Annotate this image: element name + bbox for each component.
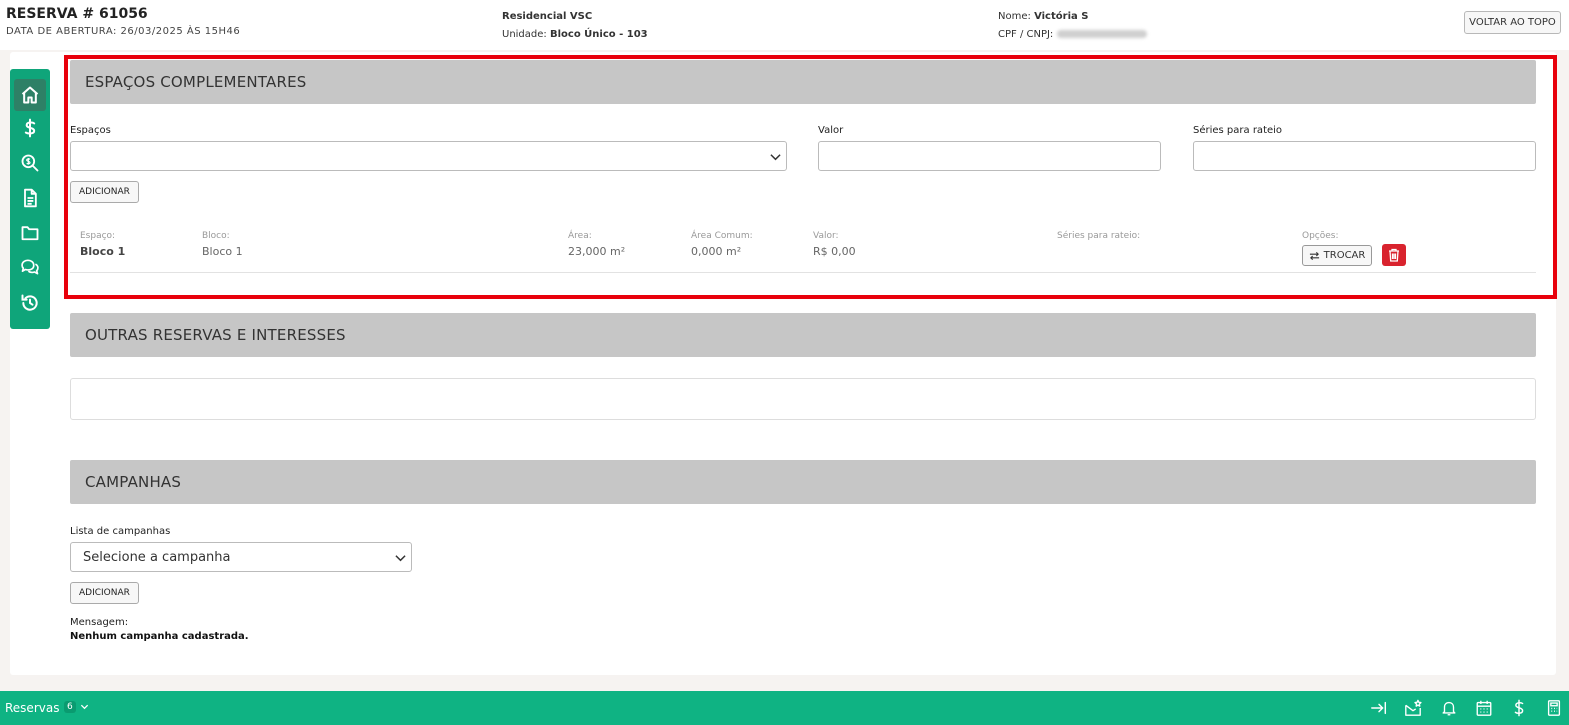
calculator-icon[interactable]	[1545, 699, 1563, 717]
project-info: Residencial VSC Unidade: Bloco Único - 1…	[502, 8, 648, 44]
back-to-top-button[interactable]: VOLTAR AO TOPO	[1464, 11, 1561, 34]
search-money-icon	[21, 154, 39, 172]
folder-icon	[21, 226, 39, 241]
home-icon	[21, 86, 39, 104]
cpf-blurred-value	[1057, 30, 1148, 38]
campanha-select[interactable]: Selecione a campanha	[70, 542, 412, 572]
opening-date: DATA DE ABERTURA: 26/03/2025 ÀS 15H46	[6, 26, 241, 37]
mail-star-icon[interactable]	[1404, 699, 1422, 717]
campanhas-section-title: CAMPANHAS	[85, 473, 182, 491]
chevron-down-icon	[395, 555, 406, 562]
nav-history[interactable]	[14, 287, 46, 319]
dollar-icon	[24, 118, 36, 138]
nav-documents[interactable]	[14, 182, 46, 214]
chevron-down-icon[interactable]	[80, 703, 89, 711]
page-title: RESERVA # 61056	[6, 6, 148, 22]
nav-analysis[interactable]	[14, 147, 46, 179]
outras-section-title: OUTRAS RESERVAS E INTERESSES	[85, 326, 346, 344]
reservas-count-badge: 6	[64, 701, 76, 713]
collapse-right-icon[interactable]	[1370, 699, 1388, 717]
nav-files[interactable]	[14, 217, 46, 249]
campanhas-list-label: Lista de campanhas	[70, 526, 171, 537]
name-value: Victória S	[1034, 11, 1089, 22]
add-campanha-button[interactable]: ADICIONAR	[70, 582, 139, 604]
reservas-tab[interactable]: Reservas	[5, 701, 59, 715]
highlight-box	[64, 55, 1557, 299]
outras-section-header: OUTRAS RESERVAS E INTERESSES	[70, 313, 1536, 357]
side-nav	[10, 69, 50, 329]
bell-icon[interactable]	[1440, 699, 1458, 717]
nav-messages[interactable]	[14, 251, 46, 283]
name-label: Nome:	[998, 11, 1031, 22]
nav-home[interactable]	[14, 79, 46, 111]
dollar-icon[interactable]	[1510, 699, 1528, 717]
chat-icon	[21, 259, 39, 275]
cpf-label: CPF / CNPJ:	[998, 29, 1054, 40]
client-info: Nome: Victória S CPF / CNPJ:	[998, 8, 1148, 44]
history-icon	[21, 294, 38, 311]
calendar-icon[interactable]	[1475, 699, 1493, 717]
nav-financial[interactable]	[14, 112, 46, 144]
campanha-select-value: Selecione a campanha	[83, 550, 231, 565]
project-name: Residencial VSC	[502, 11, 593, 22]
campanhas-section-header: CAMPANHAS	[70, 460, 1536, 504]
unit-label: Unidade:	[502, 29, 547, 40]
outras-content-box	[70, 378, 1536, 420]
unit-value: Bloco Único - 103	[549, 29, 648, 40]
page-header: RESERVA # 61056 DATA DE ABERTURA: 26/03/…	[0, 0, 1569, 50]
document-icon	[24, 188, 37, 208]
bottom-bar: Reservas 6	[0, 691, 1569, 725]
message-value: Nenhum campanha cadastrada.	[70, 631, 249, 642]
message-label: Mensagem:	[70, 617, 129, 628]
